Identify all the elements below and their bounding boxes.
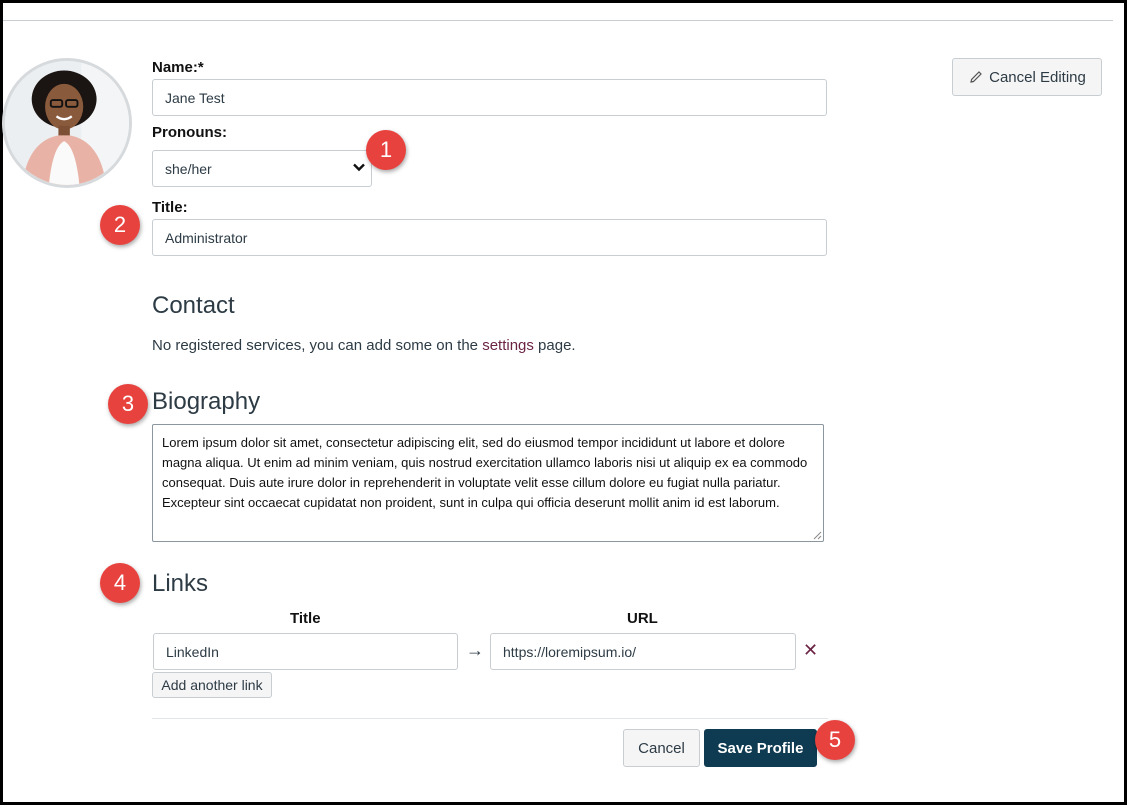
callout-badge-2: 2: [100, 205, 140, 245]
right-arrow-icon: →: [466, 640, 484, 660]
callout-badge-1: 1: [366, 130, 406, 170]
title-label: Title:: [152, 199, 188, 216]
name-input[interactable]: [152, 79, 827, 116]
top-divider: [3, 20, 1113, 21]
callout-badge-3: 3: [108, 384, 148, 424]
biography-heading: Biography: [152, 388, 261, 415]
cancel-editing-label: Cancel Editing: [989, 68, 1086, 86]
callout-badge-4: 4: [100, 563, 140, 603]
contact-text-before: No registered services, you can add some…: [152, 337, 483, 354]
avatar[interactable]: [2, 58, 132, 188]
pencil-icon: [970, 71, 982, 83]
resize-grip-icon[interactable]: [812, 530, 822, 540]
links-url-column-header: URL: [627, 610, 658, 627]
avatar-photo: [5, 61, 129, 185]
cancel-button[interactable]: Cancel: [623, 729, 700, 767]
pronouns-select[interactable]: she/her: [152, 150, 372, 187]
contact-text-after: page.: [533, 337, 576, 354]
remove-link-icon[interactable]: ✕: [803, 640, 818, 661]
contact-heading: Contact: [152, 292, 235, 319]
link-title-input[interactable]: [153, 633, 458, 670]
biography-textarea[interactable]: Lorem ipsum dolor sit amet, consectetur …: [152, 424, 824, 542]
contact-text: No registered services, you can add some…: [152, 337, 576, 354]
link-url-input[interactable]: [490, 633, 796, 670]
links-heading: Links: [152, 570, 209, 597]
name-label: Name:*: [152, 59, 204, 76]
save-profile-button[interactable]: Save Profile: [704, 729, 817, 767]
add-another-link-button[interactable]: Add another link: [152, 672, 272, 698]
pronouns-label: Pronouns:: [152, 124, 227, 141]
callout-badge-5: 5: [815, 720, 855, 760]
cancel-editing-button[interactable]: Cancel Editing: [952, 58, 1102, 96]
settings-link[interactable]: settings: [482, 337, 534, 354]
title-input[interactable]: [152, 219, 827, 256]
links-title-column-header: Title: [290, 610, 321, 627]
form-footer-divider: [152, 718, 828, 719]
